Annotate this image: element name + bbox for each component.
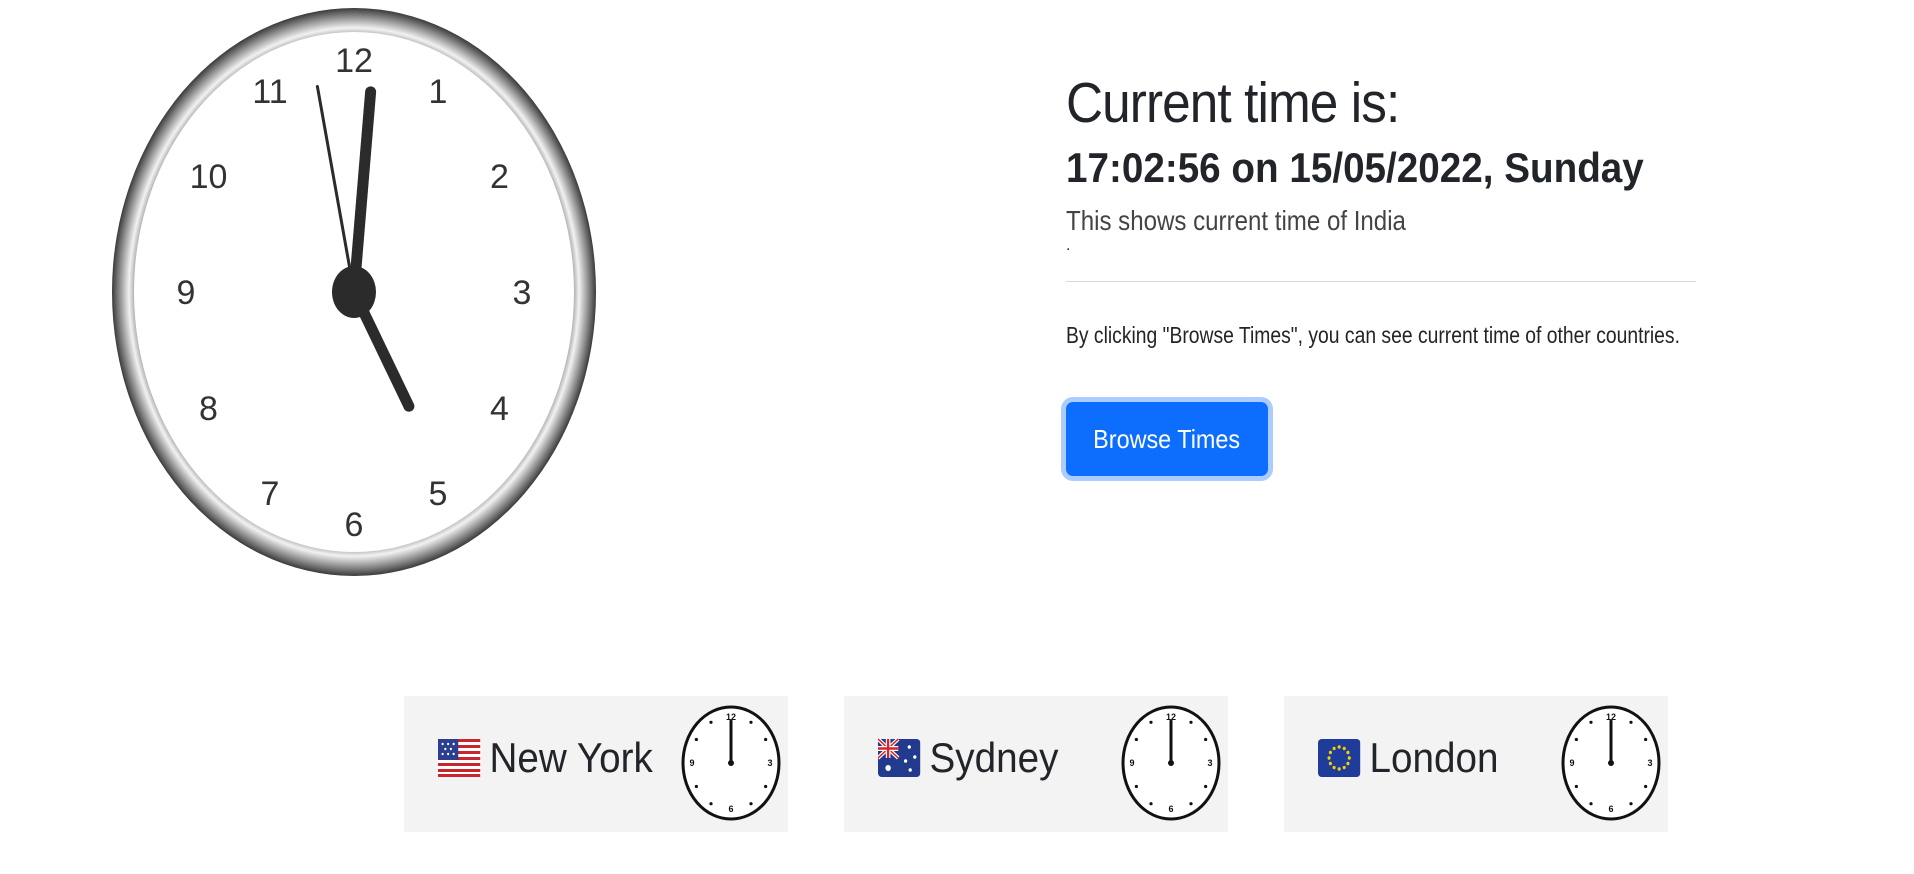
clock-numeral: 1 <box>429 73 448 111</box>
city-card-london[interactable]: London 12 3 6 9 <box>1284 696 1668 832</box>
city-name: London <box>1369 734 1499 781</box>
mini-clock-numeral: 9 <box>689 758 694 768</box>
india-flag-icon <box>1413 207 1437 235</box>
city-label: London <box>1318 734 1498 782</box>
browse-times-button[interactable]: Browse Times <box>1066 402 1268 476</box>
clock-numeral: 5 <box>429 475 448 513</box>
page-title: Current time is: <box>1066 71 1400 135</box>
analog-clock: 121234567891011 <box>112 8 596 576</box>
mini-clock-numeral: 3 <box>767 758 772 768</box>
location-text: This shows current time of India <box>1066 205 1406 237</box>
mini-clock-numeral: 9 <box>1569 758 1574 768</box>
clock-numeral: 11 <box>252 73 287 111</box>
mini-clock-numeral: 3 <box>1647 758 1652 768</box>
clock-center <box>332 266 376 318</box>
mini-clock-numeral: 6 <box>1608 804 1613 814</box>
clock-numeral: 2 <box>490 158 509 196</box>
mini-clock-icon: 12369 <box>681 705 781 821</box>
mini-clock-numeral: 9 <box>1129 758 1134 768</box>
clock-numeral: 12 <box>335 42 373 80</box>
clock-numeral: 10 <box>190 158 228 196</box>
us-flag-icon <box>438 737 481 779</box>
city-name: Sydney <box>929 734 1059 781</box>
browse-hint: By clicking "Browse Times", you can see … <box>1066 322 1680 349</box>
location-description: This shows current time of India <box>1066 205 1608 237</box>
mini-clock-icon: 12369 <box>1121 705 1221 821</box>
mini-clock-icon: 12369 <box>1561 705 1661 821</box>
divider <box>1066 281 1696 283</box>
city-card-sydney[interactable]: Sydney 12 3 6 9 <box>844 696 1228 832</box>
mini-clock-numeral: 6 <box>728 804 733 814</box>
mini-clock-numeral: 6 <box>1168 804 1173 814</box>
city-label: Sydney <box>878 734 1058 782</box>
eu-flag-icon <box>1318 737 1361 779</box>
current-time-text: 17:02:56 on 15/05/2022, Sunday <box>1066 143 1644 191</box>
clock-numeral: 9 <box>177 274 196 312</box>
city-card-new-york[interactable]: New York 12 3 6 9 <box>404 696 788 832</box>
city-label: New York <box>438 734 653 782</box>
city-name: New York <box>489 734 653 781</box>
clock-numeral: 8 <box>199 390 218 428</box>
clock-numeral: 3 <box>513 274 532 312</box>
clock-numeral: 4 <box>490 390 509 428</box>
clock-numeral: 7 <box>261 475 280 513</box>
browse-times-label: Browse Times <box>1093 423 1241 454</box>
mini-clock-numeral: 3 <box>1207 758 1212 768</box>
clock-numeral: 6 <box>345 506 364 544</box>
location-suffix: . <box>1066 237 1071 255</box>
time-info-panel: Current time is: 17:02:56 on 15/05/2022,… <box>1066 71 1696 476</box>
australia-flag-icon <box>878 737 921 779</box>
